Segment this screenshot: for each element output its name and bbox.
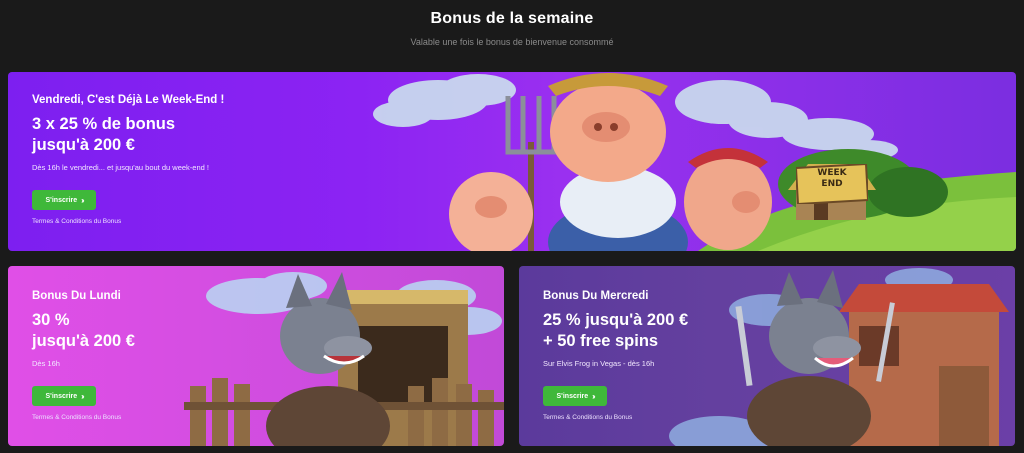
bonus-card-title: 25 % jusqu'à 200 € + 50 free spins xyxy=(543,310,688,352)
bonus-card-wednesday[interactable]: Bonus Du Mercredi 25 % jusqu'à 200 € + 5… xyxy=(519,266,1015,446)
double-chevron-right-icon: ›› xyxy=(81,195,85,205)
bonus-card-subtitle: Bonus Du Mercredi xyxy=(543,290,649,302)
bonus-card-title-line1: 30 % xyxy=(32,311,70,329)
bonus-card-content: Vendredi, C'est Déjà Le Week-End ! 3 x 2… xyxy=(32,94,224,225)
page-header: Bonus de la semaine Valable une fois le … xyxy=(0,10,1024,47)
bonus-card-description: Sur Elvis Frog in Vegas - dès 16h xyxy=(543,359,655,368)
bonus-card-title: 3 x 25 % de bonus jusqu'à 200 € xyxy=(32,114,224,156)
bonus-card-content: Bonus Du Mercredi 25 % jusqu'à 200 € + 5… xyxy=(543,290,688,421)
page-subtitle: Valable une fois le bonus de bienvenue c… xyxy=(410,37,614,47)
bonus-card-title-line2: jusqu'à 200 € xyxy=(32,136,135,154)
double-chevron-right-icon: ›› xyxy=(592,391,596,401)
register-button-label: S'inscrire xyxy=(45,392,78,400)
terms-link[interactable]: Termes & Conditions du Bonus xyxy=(32,218,224,225)
bonus-card-title-line2: + 50 free spins xyxy=(543,332,659,350)
bonus-card-weekend[interactable]: WEEK END Vendredi, C'est Déjà Le Week-En… xyxy=(8,72,1016,251)
bonus-card-description: Dès 16h xyxy=(32,359,60,368)
bonus-card-monday[interactable]: Bonus Du Lundi 30 % jusqu'à 200 € Dès 16… xyxy=(8,266,504,446)
bonus-card-title-line1: 3 x 25 % de bonus xyxy=(32,115,176,133)
bonus-card-title-line2: jusqu'à 200 € xyxy=(32,332,135,350)
bonus-card-description: Dès 16h le vendredi... et jusqu'au bout … xyxy=(32,163,209,172)
register-button[interactable]: S'inscrire ›› xyxy=(32,190,96,210)
week-end-sign-line1: WEEK xyxy=(817,168,847,178)
bonus-card-content: Bonus Du Lundi 30 % jusqu'à 200 € Dès 16… xyxy=(32,290,135,421)
terms-link[interactable]: Termes & Conditions du Bonus xyxy=(543,414,688,421)
bonus-card-subtitle: Bonus Du Lundi xyxy=(32,290,121,302)
week-end-sign-text: WEEK END xyxy=(812,168,852,190)
bonus-card-subtitle: Vendredi, C'est Déjà Le Week-End ! xyxy=(32,94,225,106)
register-button[interactable]: S'inscrire ›› xyxy=(543,386,607,406)
register-button[interactable]: S'inscrire ›› xyxy=(32,386,96,406)
bonus-card-title-line1: 25 % jusqu'à 200 € xyxy=(543,311,689,329)
week-end-sign-line2: END xyxy=(821,179,843,189)
terms-link[interactable]: Termes & Conditions du Bonus xyxy=(32,414,135,421)
page-title: Bonus de la semaine xyxy=(430,10,594,27)
double-chevron-right-icon: ›› xyxy=(81,391,85,401)
bonus-card-title: 30 % jusqu'à 200 € xyxy=(32,310,135,352)
register-button-label: S'inscrire xyxy=(556,392,589,400)
register-button-label: S'inscrire xyxy=(45,196,78,204)
